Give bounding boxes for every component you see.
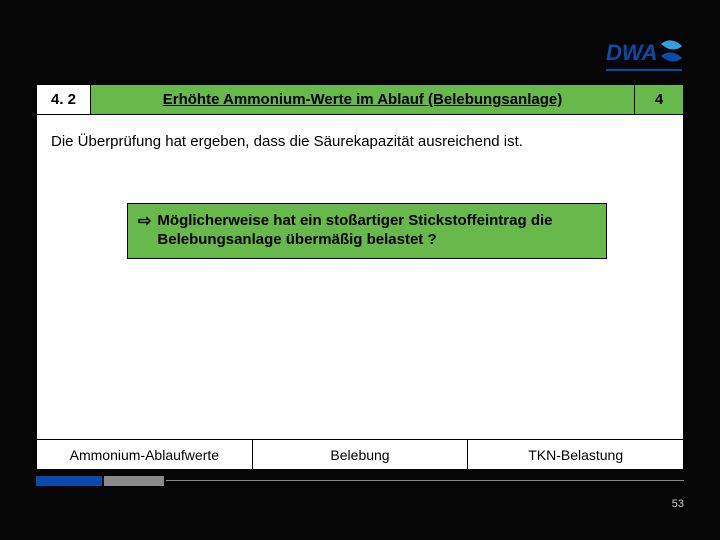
header-page-number: 4 (635, 85, 683, 114)
slide-body: Die Überprüfung hat ergeben, dass die Sä… (37, 115, 683, 439)
header-title: Erhöhte Ammonium-Werte im Ablauf (Belebu… (91, 85, 635, 114)
footer-row: Ammonium-Ablaufwerte Belebung TKN-Belast… (37, 439, 683, 469)
dwa-logo: DWA (606, 36, 684, 74)
lead-paragraph: Die Überprüfung hat ergeben, dass die Sä… (51, 133, 669, 150)
footer-item-3: TKN-Belastung (468, 440, 683, 469)
slide-number: 53 (672, 498, 684, 510)
svg-text:DWA: DWA (606, 40, 657, 65)
callout-box: ⇨ Möglicherweise hat ein stoßartiger Sti… (127, 203, 607, 259)
arrow-right-icon: ⇨ (138, 212, 151, 232)
footer-item-1: Ammonium-Ablaufwerte (37, 440, 253, 469)
decorative-footer-bar (36, 476, 684, 490)
slide-container: 4. 2 Erhöhte Ammonium-Werte im Ablauf (B… (36, 84, 684, 468)
header-row: 4. 2 Erhöhte Ammonium-Werte im Ablauf (B… (37, 85, 683, 115)
callout-text: Möglicherweise hat ein stoßartiger Stick… (157, 212, 596, 250)
footer-item-2: Belebung (253, 440, 469, 469)
header-section-number: 4. 2 (37, 85, 91, 114)
